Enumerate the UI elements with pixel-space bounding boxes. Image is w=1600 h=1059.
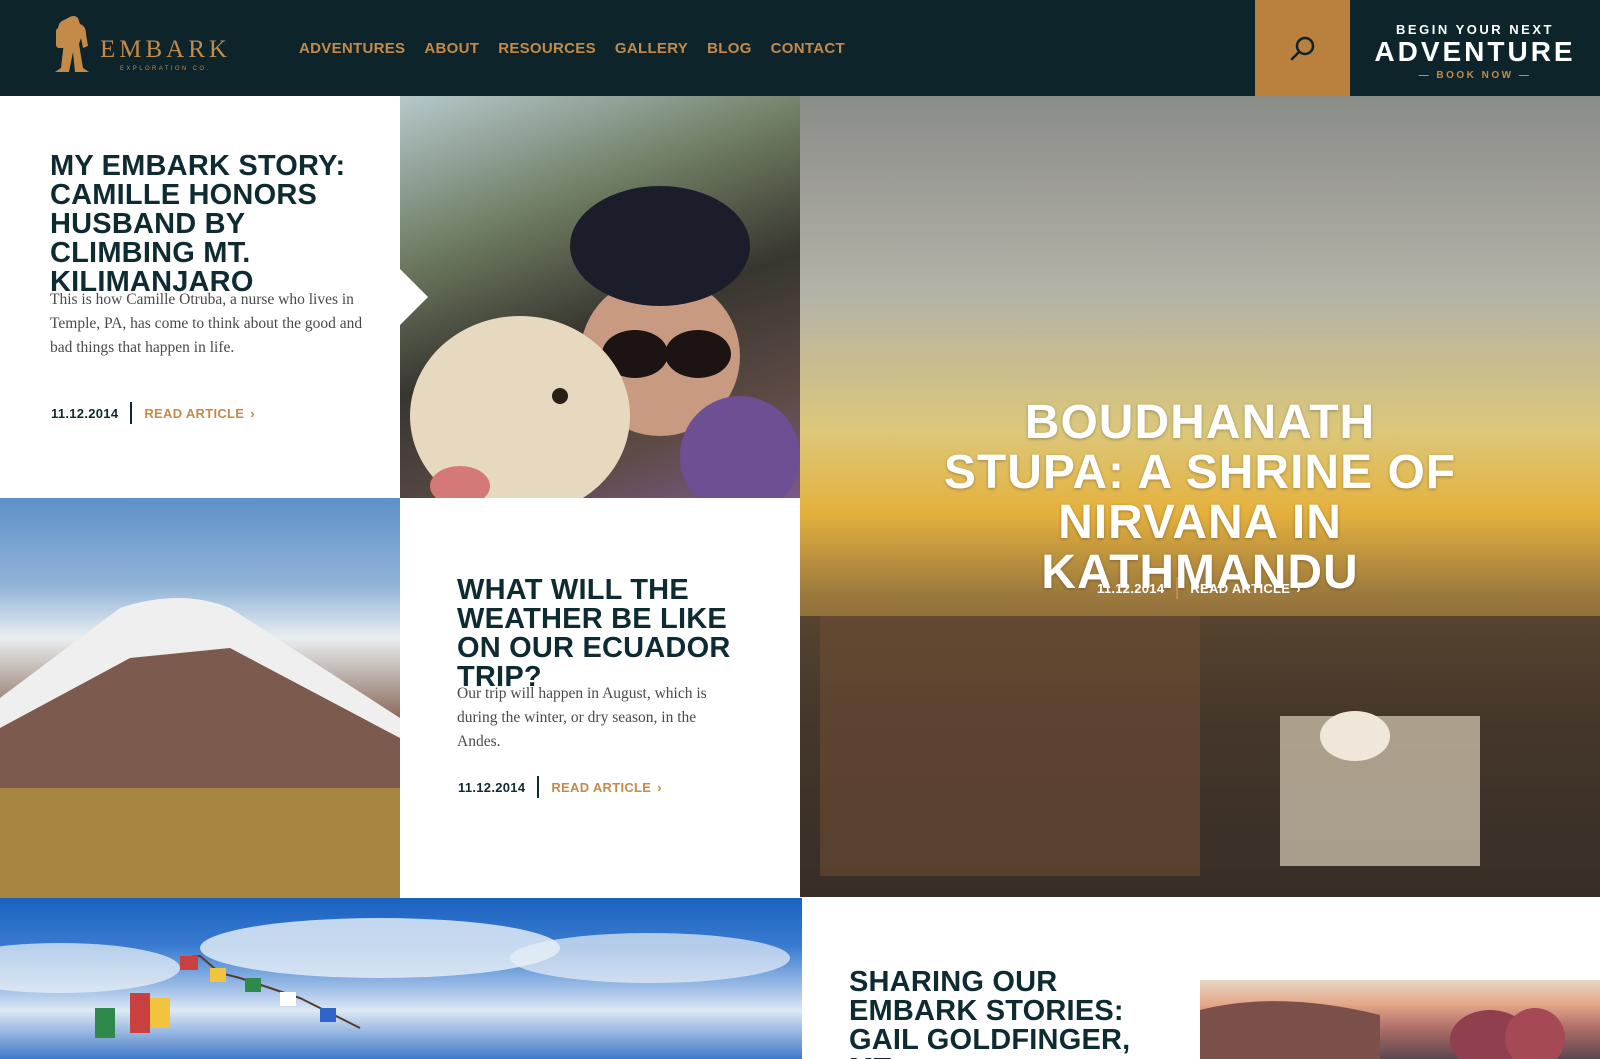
cta-kicker: BEGIN YOUR NEXT	[1396, 22, 1554, 37]
nav-item-gallery[interactable]: GALLERY	[615, 40, 688, 57]
read-article-label: READ ARTICLE	[551, 779, 652, 795]
kilimanjaro-summit-photo	[1200, 1001, 1565, 1059]
post-meta: 11.12.2014 READ ARTICLE ›	[458, 776, 662, 798]
post-date: 11.12.2014	[1097, 580, 1165, 596]
post-hero-kathmandu[interactable]: BOUDHANATH STUPA: A SHRINE OF NIRVANA IN…	[800, 96, 1600, 897]
main-nav: ADVENTURES ABOUT RESOURCES GALLERY BLOG …	[299, 40, 864, 57]
logo-tagline: EXPLORATION CO.	[120, 66, 211, 72]
site-logo[interactable]: EMBARK EXPLORATION CO.	[50, 14, 240, 80]
post-meta: 11.12.2014 READ ARTICLE ›	[51, 402, 255, 424]
post-excerpt: Our trip will happen in August, which is…	[457, 685, 707, 750]
nav-item-about[interactable]: ABOUT	[424, 40, 479, 57]
volcano-landscape-photo	[0, 598, 400, 898]
hiker-logo-icon	[55, 16, 89, 72]
book-now-cta[interactable]: BEGIN YOUR NEXT ADVENTURE — BOOK NOW —	[1350, 0, 1600, 96]
read-article-link[interactable]: READ ARTICLE ›	[144, 406, 255, 421]
meta-divider	[130, 402, 133, 424]
post-photo-prayer-flags[interactable]	[0, 898, 802, 1059]
woman-and-dog-photo	[410, 186, 800, 498]
nav-item-blog[interactable]: BLOG	[707, 40, 752, 57]
chevron-right-icon: ›	[1296, 580, 1301, 596]
nav-item-resources[interactable]: RESOURCES	[498, 40, 596, 57]
hero-post-meta: 11.12.2014 READ ARTICLE ›	[1097, 577, 1301, 599]
read-article-link[interactable]: READ ARTICLE ›	[1190, 581, 1301, 596]
search-button[interactable]	[1255, 0, 1350, 96]
post-date: 11.12.2014	[51, 405, 119, 421]
meta-divider	[1176, 577, 1179, 599]
read-article-link[interactable]: READ ARTICLE ›	[551, 780, 662, 795]
search-icon	[1290, 36, 1314, 61]
post-photo-selfie[interactable]	[400, 96, 800, 498]
post-photo-kilimanjaro-frame	[1200, 898, 1600, 1059]
hero-post-title[interactable]: BOUDHANATH STUPA: A SHRINE OF NIRVANA IN…	[930, 398, 1470, 598]
post-date: 11.12.2014	[458, 779, 526, 795]
post-photo-volcano[interactable]	[0, 498, 400, 898]
nav-item-adventures[interactable]: ADVENTURES	[299, 40, 405, 57]
read-article-label: READ ARTICLE	[1190, 580, 1291, 596]
read-article-label: READ ARTICLE	[144, 405, 245, 421]
post-photo-kilimanjaro[interactable]	[1200, 980, 1600, 1059]
post-title[interactable]: WHAT WILL THE WEATHER BE LIKE ON OUR ECU…	[457, 576, 757, 692]
post-card-1: MY EMBARK STORY: CAMILLE HONORS HUSBAND …	[0, 96, 400, 498]
post-card-2: WHAT WILL THE WEATHER BE LIKE ON OUR ECU…	[400, 498, 800, 898]
chevron-right-icon: ›	[250, 405, 255, 421]
site-header: EMBARK EXPLORATION CO. ADVENTURES ABOUT …	[0, 0, 1600, 96]
cta-book-now: — BOOK NOW —	[1418, 70, 1532, 81]
post-title[interactable]: MY EMBARK STORY: CAMILLE HONORS HUSBAND …	[50, 152, 370, 297]
cta-headline: ADVENTURE	[1374, 36, 1576, 67]
nav-item-contact[interactable]: CONTACT	[771, 40, 845, 57]
post-excerpt: This is how Camille Otruba, a nurse who …	[50, 291, 363, 356]
post-title[interactable]: SHARING OUR EMBARK STORIES: GAIL GOLDFIN…	[849, 968, 1169, 1059]
post-card-3: SHARING OUR EMBARK STORIES: GAIL GOLDFIN…	[802, 898, 1200, 1059]
chevron-right-icon: ›	[657, 779, 662, 795]
prayer-flags-photo	[0, 918, 790, 1038]
meta-divider	[537, 776, 540, 798]
logo-wordmark: EMBARK	[100, 36, 231, 63]
